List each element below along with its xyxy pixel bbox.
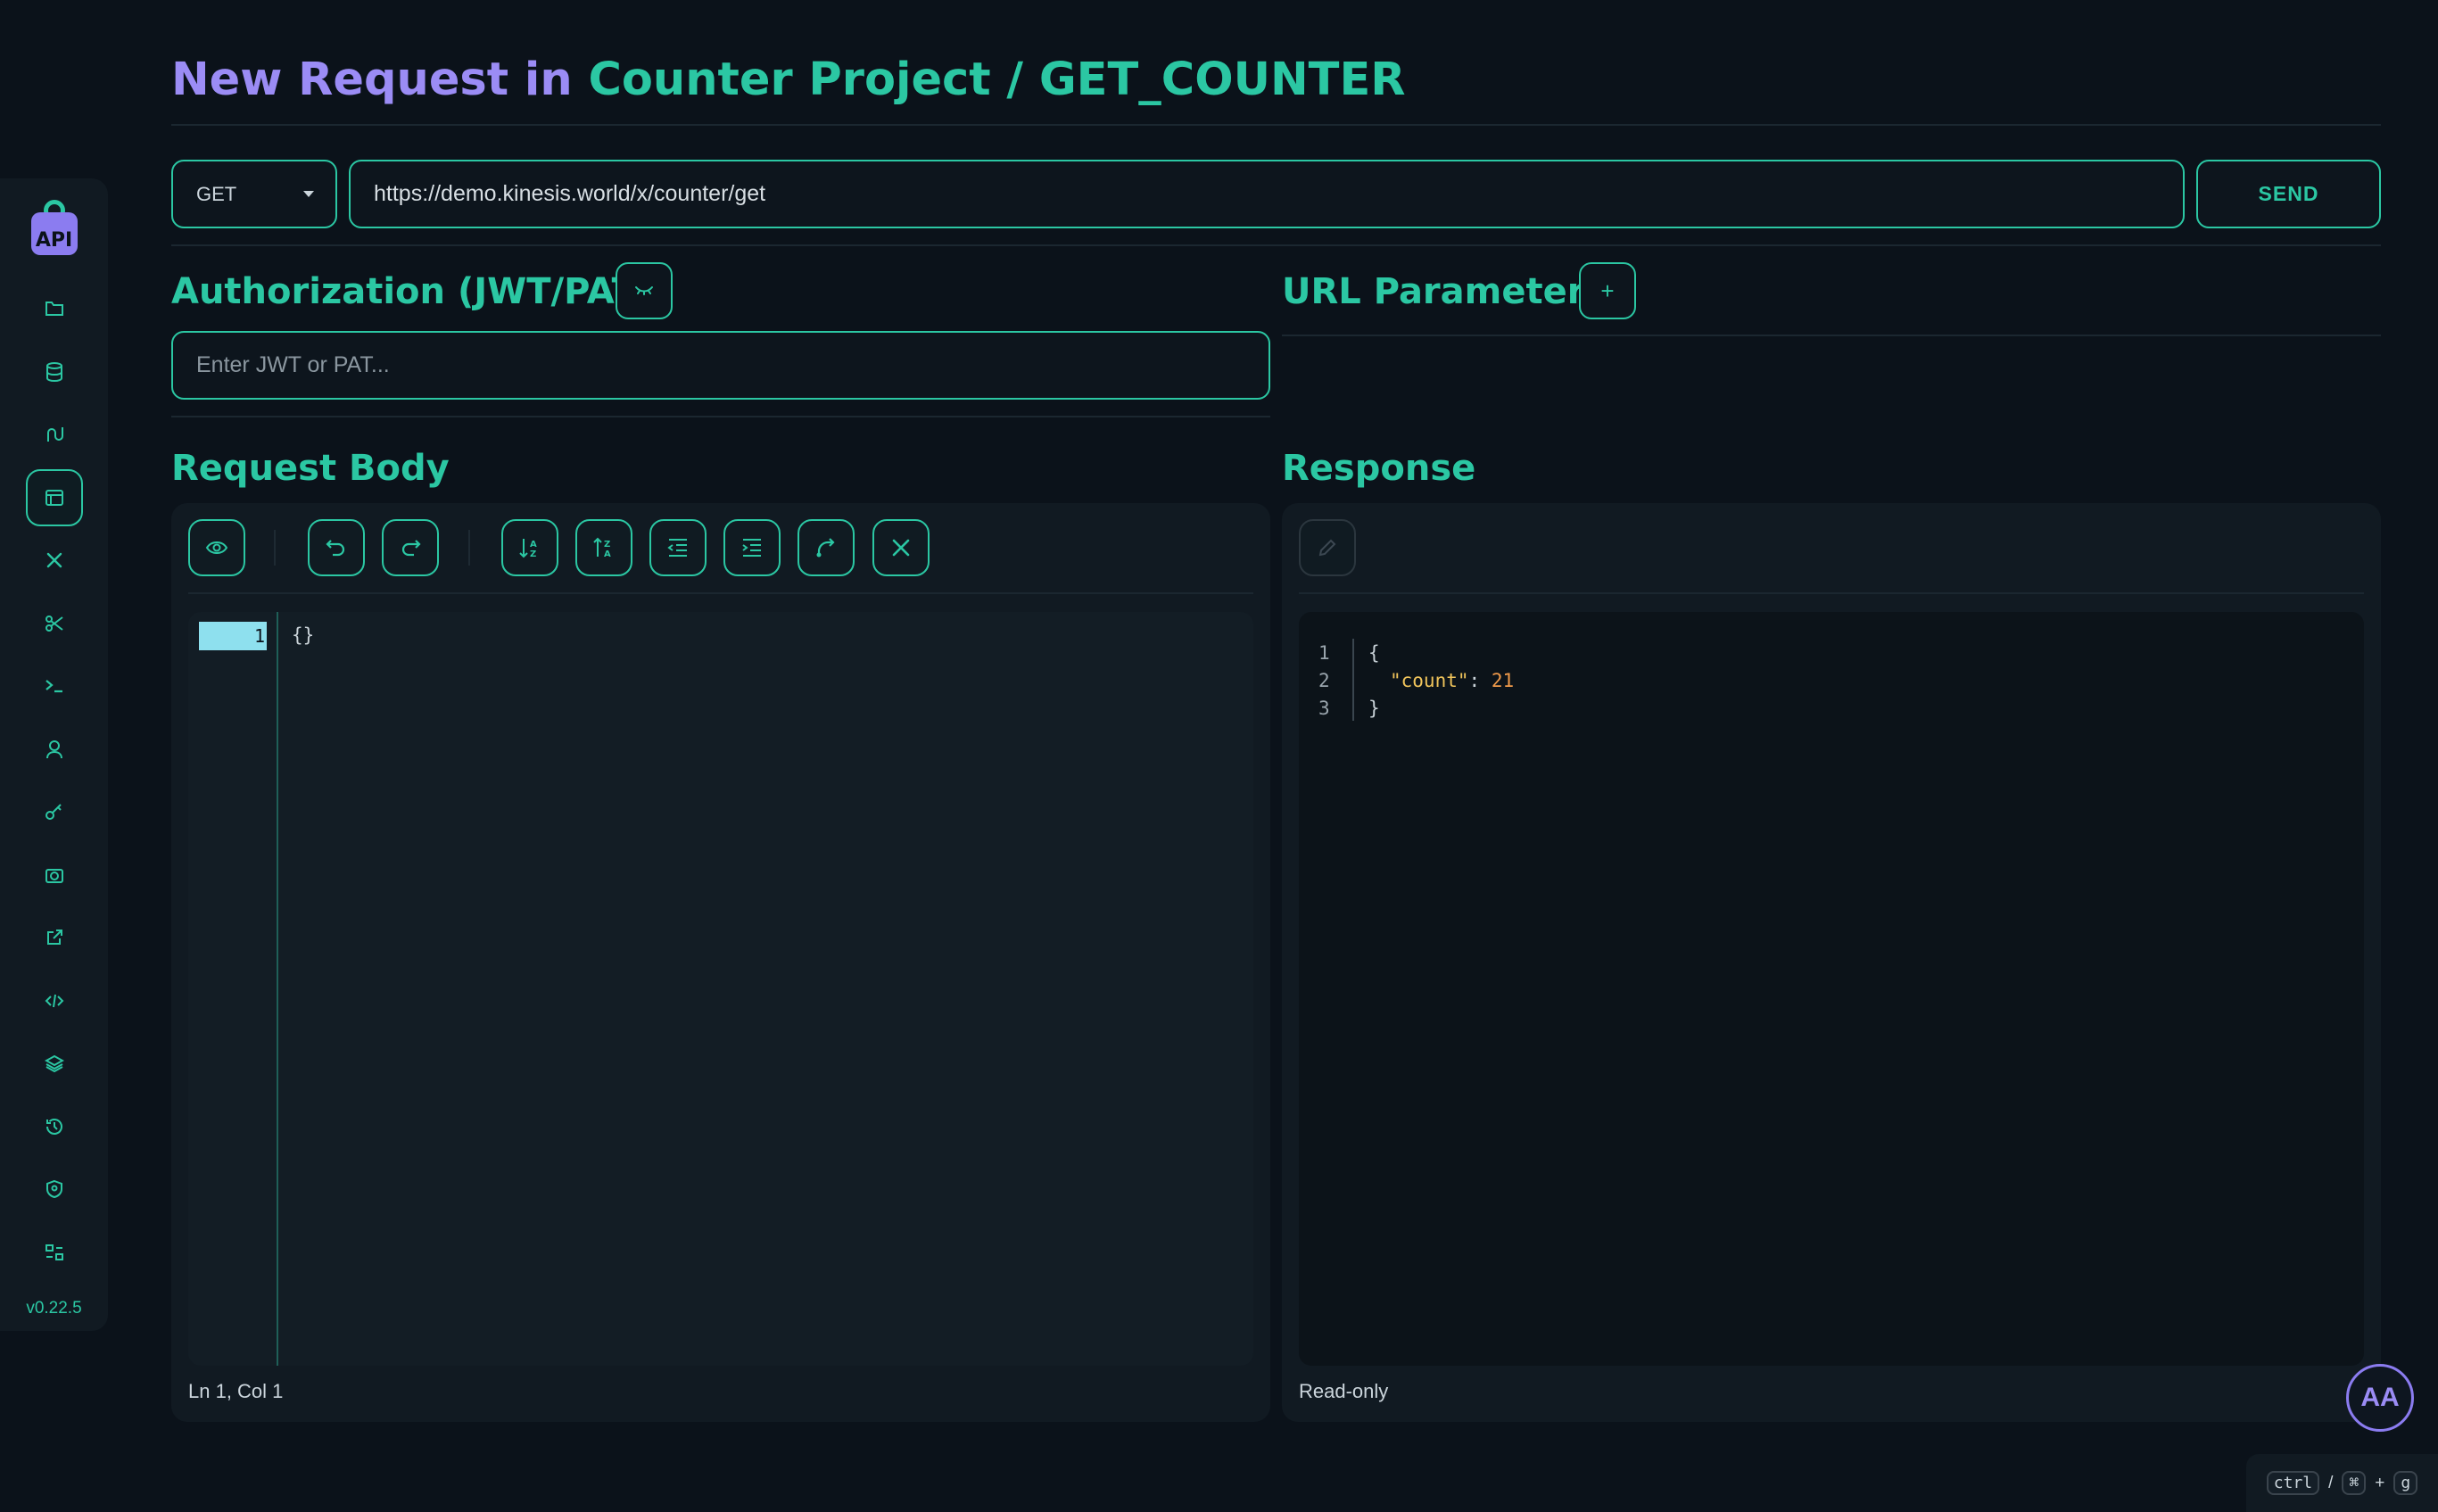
shortcut-separator: / xyxy=(2328,1473,2334,1492)
line-number: 1 xyxy=(199,622,267,650)
code-icon[interactable] xyxy=(26,972,83,1029)
ctrl-key: ctrl xyxy=(2266,1471,2320,1495)
request-name: GET_COUNTER xyxy=(1038,54,1406,106)
sort-ascending-icon: AZ xyxy=(519,539,537,558)
outdent-button[interactable] xyxy=(649,519,707,576)
svg-text:Z: Z xyxy=(530,549,536,558)
edit-button[interactable] xyxy=(1299,519,1356,576)
toggle-visibility-button[interactable] xyxy=(616,262,673,319)
undo-icon xyxy=(326,540,345,557)
indent-button[interactable] xyxy=(723,519,781,576)
key-icon[interactable] xyxy=(26,783,83,840)
redo-icon xyxy=(401,540,421,557)
page-title: New Request in Counter Project / GET_COU… xyxy=(171,54,1406,106)
response-line-number: 2 xyxy=(1318,670,1330,691)
send-button[interactable]: SEND xyxy=(2196,160,2381,228)
logo-text: API xyxy=(35,229,73,252)
camera-icon[interactable] xyxy=(26,847,83,904)
preview-button[interactable] xyxy=(188,519,245,576)
divider xyxy=(171,416,1270,417)
shield-user-icon[interactable] xyxy=(26,1161,83,1218)
redo-button[interactable] xyxy=(382,519,439,576)
tools-icon[interactable] xyxy=(26,532,83,589)
scissors-icon[interactable] xyxy=(26,595,83,652)
project-name: Counter Project xyxy=(588,54,991,106)
grid-settings-icon[interactable] xyxy=(26,1224,83,1281)
jwt-input[interactable]: Enter JWT or PAT... xyxy=(171,331,1270,400)
title-prefix: New Request in xyxy=(171,54,589,106)
route-icon[interactable] xyxy=(26,406,83,463)
divider xyxy=(188,592,1253,594)
method-value: GET xyxy=(196,182,237,205)
response-code-line: { xyxy=(1368,642,1380,664)
authorization-title: Authorization (JWT/PAT) xyxy=(171,271,653,312)
app-logo[interactable]: API xyxy=(29,200,79,257)
database-icon[interactable] xyxy=(26,343,83,401)
json-value: 21 xyxy=(1491,670,1515,691)
layers-icon[interactable] xyxy=(26,1035,83,1092)
cmd-key: ⌘ xyxy=(2342,1471,2367,1495)
user-icon[interactable] xyxy=(26,721,83,778)
external-link-icon[interactable] xyxy=(26,909,83,966)
request-body-code[interactable]: {} xyxy=(292,624,314,646)
title-separator: / xyxy=(990,54,1039,106)
theme-toggle-button[interactable]: AA xyxy=(2346,1364,2414,1432)
response-code-line: } xyxy=(1368,698,1380,719)
indent-icon xyxy=(742,539,761,557)
request-body-title: Request Body xyxy=(171,448,450,489)
divider xyxy=(171,244,2381,246)
response-line-number: 1 xyxy=(1318,642,1330,664)
url-input[interactable]: https://demo.kinesis.world/x/counter/get xyxy=(349,160,2185,228)
json-colon: : xyxy=(1468,670,1492,691)
url-value: https://demo.kinesis.world/x/counter/get xyxy=(374,181,766,206)
read-only-label: Read-only xyxy=(1299,1380,1389,1402)
response-title: Response xyxy=(1282,448,1476,489)
editor-gutter xyxy=(277,612,278,1366)
toolbar-separator xyxy=(274,530,276,566)
sort-descending-button[interactable]: ZA xyxy=(575,519,632,576)
request-body-editor[interactable] xyxy=(188,612,1253,1366)
shortcut-plus: + xyxy=(2375,1473,2385,1492)
jwt-placeholder: Enter JWT or PAT... xyxy=(196,352,390,377)
response-line-number: 3 xyxy=(1318,698,1330,719)
eye-icon xyxy=(205,541,228,554)
transform-button[interactable] xyxy=(798,519,855,576)
curve-arrow-icon xyxy=(816,538,835,558)
sidebar: API v0.22.5 xyxy=(0,178,108,1331)
caret-down-icon xyxy=(303,191,314,197)
undo-button[interactable] xyxy=(308,519,365,576)
response-gutter xyxy=(1352,639,1354,721)
window-icon[interactable] xyxy=(25,468,83,526)
eye-closed-icon xyxy=(635,286,653,295)
pencil-icon xyxy=(1318,539,1336,557)
folder-icon[interactable] xyxy=(26,280,83,337)
response-code-line: "count": 21 xyxy=(1390,670,1514,691)
toolbar-separator xyxy=(468,530,470,566)
response-viewer xyxy=(1299,612,2364,1366)
add-parameter-button[interactable]: + xyxy=(1579,262,1636,319)
outdent-icon xyxy=(667,539,687,557)
svg-text:A: A xyxy=(530,540,537,549)
cursor-position: Ln 1, Col 1 xyxy=(188,1380,284,1402)
svg-text:A: A xyxy=(604,549,611,558)
history-icon[interactable] xyxy=(26,1098,83,1155)
g-key: g xyxy=(2393,1471,2418,1495)
svg-text:Z: Z xyxy=(604,540,610,549)
sort-ascending-button[interactable]: AZ xyxy=(501,519,558,576)
method-select[interactable]: GET xyxy=(171,160,337,228)
url-parameters-title: URL Parameters xyxy=(1282,271,1607,312)
terminal-icon[interactable] xyxy=(26,657,83,715)
divider xyxy=(171,124,2381,126)
app-version: v0.22.5 xyxy=(26,1299,82,1318)
tools-icon xyxy=(892,539,910,557)
plus-icon: + xyxy=(1600,277,1615,304)
divider xyxy=(1299,592,2364,594)
shortcut-hint: ctrl / ⌘ + g xyxy=(2246,1454,2438,1512)
sort-descending-icon: ZA xyxy=(593,537,611,558)
divider xyxy=(1282,335,2381,336)
json-key: "count" xyxy=(1390,670,1469,691)
repair-button[interactable] xyxy=(872,519,930,576)
